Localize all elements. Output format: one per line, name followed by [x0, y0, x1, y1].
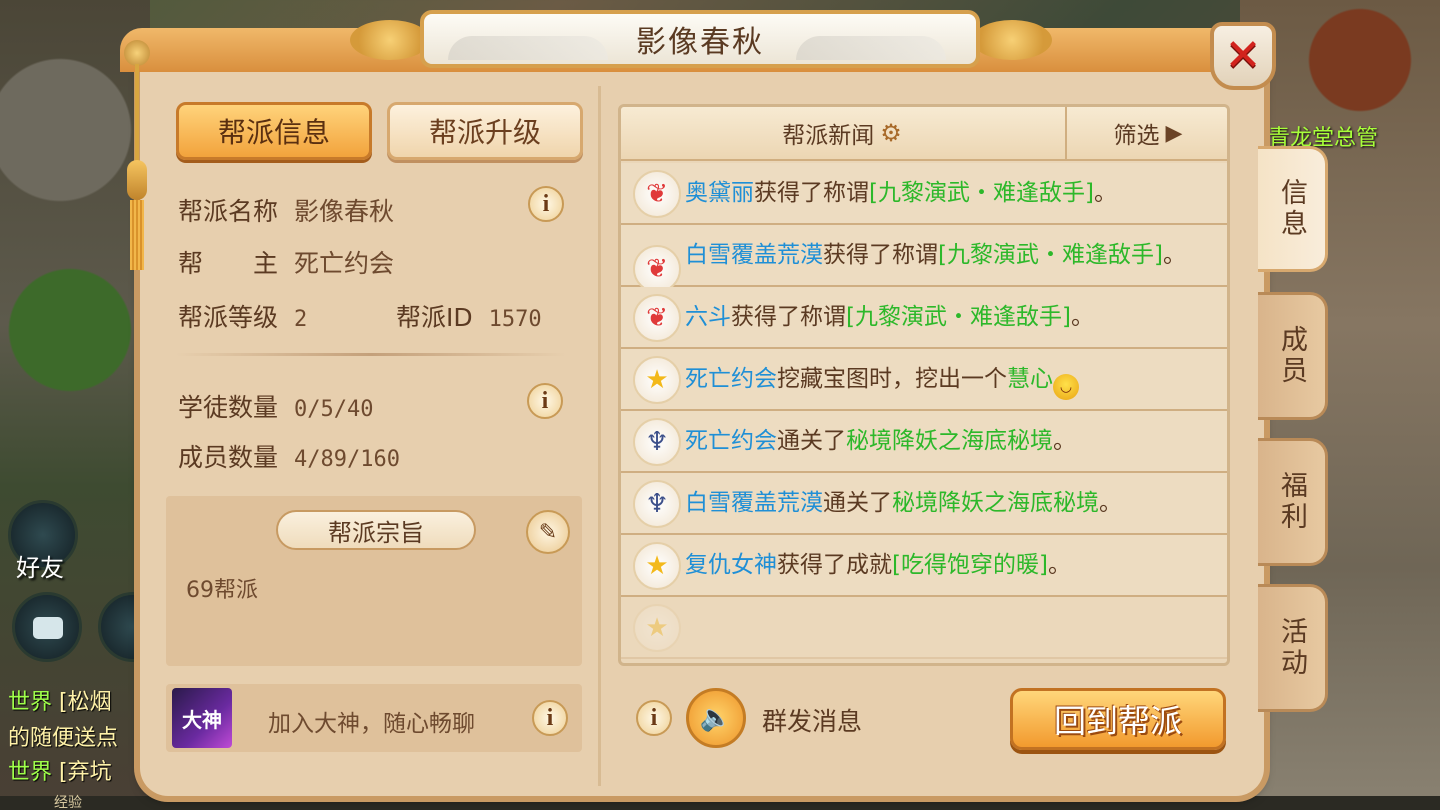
guild-id-label: 帮派ID — [396, 303, 473, 332]
dashen-join-link[interactable]: 加入大神，随心畅聊 — [268, 704, 475, 738]
dashen-logo: 大神 — [172, 688, 232, 748]
apprentice-value: 0/5/40 — [294, 397, 374, 422]
cloud-ornament-icon — [350, 20, 430, 60]
tab-info[interactable]: 信息 — [1258, 146, 1328, 272]
guild-leader-label: 帮 主 — [178, 249, 279, 278]
wing-icon: ❦ — [633, 170, 681, 218]
tab-welfare[interactable]: 福利 — [1258, 438, 1328, 566]
exp-label: 经验 — [54, 795, 82, 810]
exp-bar: 经验 — [0, 795, 1440, 810]
star-icon: ★ — [633, 542, 681, 590]
info-icon[interactable]: i — [532, 700, 568, 736]
list-item[interactable]: ★ 死亡约会挖藏宝图时，挖出一个慧心 ◡ — [621, 349, 1227, 411]
guild-level-row: 帮派等级 2 — [178, 298, 307, 334]
member-row: 成员数量 4/89/160 — [178, 438, 400, 474]
guild-name-row: 帮派名称 影像春秋 — [178, 192, 394, 228]
star-icon: ★ — [633, 356, 681, 404]
guild-leader-row: 帮 主死亡约会 — [178, 244, 394, 280]
news-title[interactable]: 帮派新闻 ⚙ — [621, 107, 1063, 159]
list-item[interactable]: ♆ 白雪覆盖荒漠通关了秘境降妖之海底秘境。 — [621, 473, 1227, 535]
member-label: 成员数量 — [178, 443, 279, 472]
cloud-ornament-icon — [972, 20, 1052, 60]
chat-icon[interactable] — [12, 592, 82, 662]
close-icon: ✕ — [1224, 30, 1262, 81]
divider — [176, 353, 566, 356]
tab-activity[interactable]: 活动 — [1258, 584, 1328, 712]
smiley-icon: ◡ — [1053, 374, 1079, 400]
info-icon[interactable]: i — [527, 383, 563, 419]
list-item[interactable]: ❦ 六斗获得了称谓[九黎演武・难逢敌手]。 — [621, 287, 1227, 349]
chat-line[interactable]: 世界 [松烟 — [8, 684, 112, 716]
return-to-guild-button[interactable]: 回到帮派 — [1010, 688, 1226, 750]
news-header: 帮派新闻 ⚙ 筛选 ▶ — [621, 107, 1227, 161]
list-item[interactable]: ❦ 白雪覆盖荒漠获得了称谓[九黎演武・难逢敌手]。 — [621, 225, 1227, 293]
info-icon[interactable]: i — [528, 186, 564, 222]
tassel-decoration — [122, 40, 152, 270]
list-item[interactable]: ❦ 奥黛丽获得了称谓[九黎演武・难逢敌手]。 — [621, 163, 1227, 225]
guild-level-label: 帮派等级 — [178, 303, 279, 332]
window-title: 影像春秋 — [636, 25, 764, 60]
mountain-decoration — [448, 36, 608, 60]
tab-members[interactable]: 成员 — [1258, 292, 1328, 420]
guild-id-value: 1570 — [488, 307, 542, 332]
news-list[interactable]: ❦ 奥黛丽获得了称谓[九黎演武・难逢敌手]。 ❦ 白雪覆盖荒漠获得了称谓[九黎演… — [621, 163, 1227, 659]
wing-icon: ❦ — [633, 245, 681, 293]
speaker-icon[interactable]: 🔈 — [686, 688, 746, 748]
star-icon: ★ — [633, 604, 681, 652]
list-item[interactable]: ★ — [621, 597, 1227, 659]
wing-icon: ❦ — [633, 294, 681, 342]
apprentice-row: 学徒数量 0/5/40 — [178, 388, 374, 424]
pencil-icon[interactable]: ✎ — [526, 510, 570, 554]
tab-guild-upgrade[interactable]: 帮派升级 — [387, 102, 583, 160]
guild-news-panel: 帮派新闻 ⚙ 筛选 ▶ ❦ 奥黛丽获得了称谓[九黎演武・难逢敌手]。 ❦ 白雪覆… — [618, 104, 1230, 666]
gear-icon[interactable]: ⚙ — [880, 119, 902, 147]
member-value: 4/89/160 — [294, 447, 400, 472]
info-icon[interactable]: i — [636, 700, 672, 736]
motto-text: 69帮派 — [186, 578, 258, 603]
guild-level-value: 2 — [294, 307, 308, 332]
apprentice-label: 学徒数量 — [178, 393, 279, 422]
guild-name-label: 帮派名称 — [178, 197, 279, 226]
play-arrow-icon: ▶ — [1165, 120, 1183, 146]
guild-name-value: 影像春秋 — [294, 197, 395, 226]
guild-id-row: 帮派ID 1570 — [396, 298, 542, 334]
tab-guild-info[interactable]: 帮派信息 — [176, 102, 372, 160]
mountain-decoration — [796, 36, 946, 60]
title-plate: 影像春秋 — [420, 10, 980, 68]
list-item[interactable]: ★ 复仇女神获得了成就[吃得饱穿的暖]。 — [621, 535, 1227, 597]
guild-leader-value: 死亡约会 — [294, 249, 395, 278]
filter-button[interactable]: 筛选 ▶ — [1065, 107, 1227, 159]
chat-line[interactable]: 世界 [弃坑 — [8, 754, 112, 786]
close-button[interactable]: ✕ — [1210, 22, 1276, 90]
mask-icon: ♆ — [633, 480, 681, 528]
list-item[interactable]: ♆ 死亡约会通关了秘境降妖之海底秘境。 — [621, 411, 1227, 473]
chat-line[interactable]: 的随便送点 — [8, 720, 118, 752]
mask-icon: ♆ — [633, 418, 681, 466]
column-divider — [598, 86, 601, 786]
friend-label: 好友 — [16, 554, 64, 582]
broadcast-label[interactable]: 群发消息 — [762, 702, 862, 738]
motto-title: 帮派宗旨 — [276, 510, 476, 550]
